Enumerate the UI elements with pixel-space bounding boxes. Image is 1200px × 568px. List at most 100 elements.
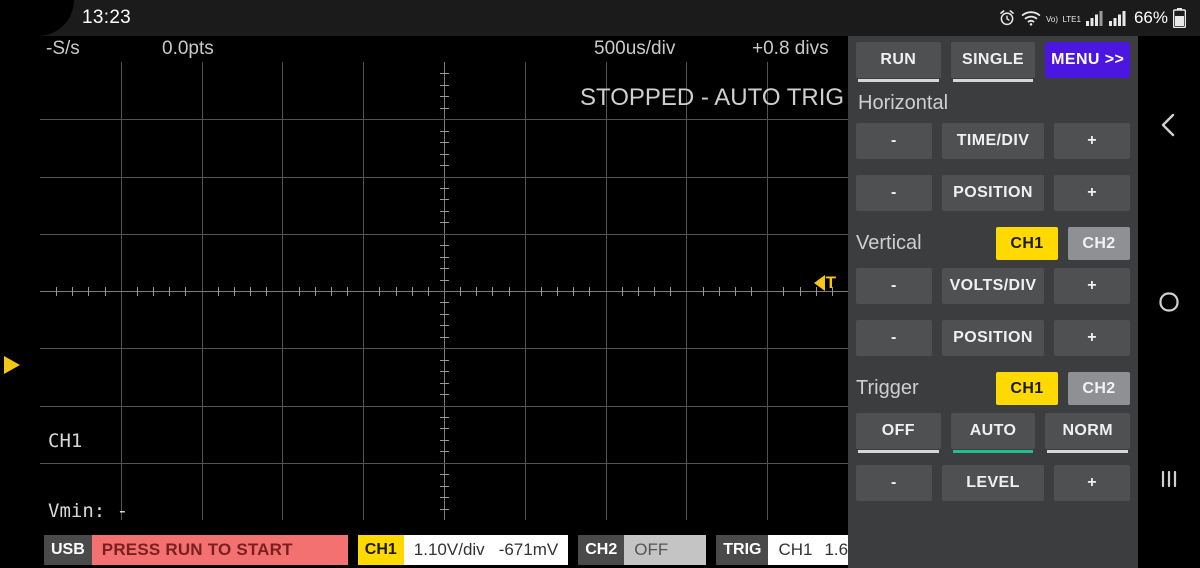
horizontal-position-decrease-button[interactable]: - [856, 175, 932, 211]
volte-icon: Vo) LTE1 [1046, 9, 1081, 27]
graticule-tick [137, 287, 138, 296]
graticule-hline [40, 177, 848, 178]
horizontal-timediv-increase-button[interactable]: + [1054, 123, 1131, 159]
ch1-offset: -671mV [498, 540, 559, 559]
horizontal-timediv-decrease-button[interactable]: - [856, 123, 932, 159]
trigger-mode-auto-button[interactable]: AUTO [950, 413, 1036, 453]
graticule-tick [703, 287, 704, 296]
measurement-row: Vmin: - [48, 500, 128, 523]
graticule-tick [654, 287, 655, 296]
horizontal-position-increase-button[interactable]: + [1054, 175, 1131, 211]
menu-button[interactable]: MENU >> [1045, 42, 1131, 78]
trigger-ch1-button[interactable]: CH1 [996, 372, 1058, 405]
graticule-tick [331, 287, 332, 296]
horizontal-timediv-row: - TIME/DIV + [856, 123, 1131, 159]
trigger-section-header: Trigger CH1 CH2 [856, 372, 1130, 405]
single-button[interactable]: SINGLE [950, 42, 1036, 82]
graticule-tick [589, 287, 590, 296]
graticule-tick [440, 280, 449, 281]
trigger-level-decrease-button[interactable]: - [856, 465, 932, 501]
graticule-tick [440, 440, 449, 441]
ch2-status-segment[interactable]: CH2 OFF [578, 535, 707, 565]
graticule-hline [40, 291, 848, 292]
graticule-tick [440, 337, 449, 338]
graticule-grid[interactable] [40, 62, 848, 520]
graticule-tick [541, 287, 542, 296]
trigger-mode-row: OFF AUTO NORM [856, 413, 1131, 453]
vertical-section-title: Vertical [856, 232, 922, 254]
graticule-tick [440, 165, 449, 166]
trigger-marker-arrow-icon [813, 274, 825, 291]
graticule-tick [440, 131, 449, 132]
trigger-mode-off-button[interactable]: OFF [856, 413, 941, 453]
usb-status-segment[interactable]: USB PRESS RUN TO START [44, 535, 348, 565]
ch1-volts-per-div: 1.10V/div [413, 540, 485, 559]
graticule-hline [40, 348, 848, 349]
vertical-voltsdiv-button[interactable]: VOLTS/DIV [941, 268, 1045, 304]
graticule-hline [40, 234, 848, 235]
home-button[interactable] [1138, 272, 1200, 332]
horizontal-section: Horizontal - TIME/DIV + - POSITION + [856, 92, 1131, 211]
back-button[interactable] [1138, 95, 1200, 155]
graticule-tick [735, 287, 736, 296]
ch1-status-segment[interactable]: CH1 1.10V/div -671mV [357, 535, 569, 565]
trigger-ch2-button[interactable]: CH2 [1068, 372, 1130, 405]
usb-badge: USB [44, 535, 92, 565]
home-icon [1157, 290, 1181, 314]
status-icons: Vo) LTE1 66% [998, 8, 1186, 28]
recents-button[interactable] [1138, 449, 1200, 509]
horizontal-position-button[interactable]: POSITION [941, 175, 1045, 211]
horizontal-position-row: - POSITION + [856, 175, 1131, 211]
trigger-section: Trigger CH1 CH2 OFF AUTO NORM - LEVEL + [856, 372, 1131, 501]
graticule-tick [234, 287, 235, 296]
scope-display[interactable]: -S/s 0.0pts 500us/div +0.8 divs STOPPED … [0, 36, 905, 568]
vertical-section-header: Vertical CH1 CH2 [856, 227, 1130, 260]
graticule-tick [440, 142, 449, 143]
graticule-tick [440, 85, 449, 86]
graticule-tick [440, 371, 449, 372]
vertical-ch1-button[interactable]: CH1 [996, 227, 1058, 260]
vertical-position-button[interactable]: POSITION [941, 320, 1045, 356]
screen-corner-cutout [0, 0, 74, 36]
acquisition-buttons: RUN SINGLE MENU >> [856, 42, 1131, 82]
trigger-level-marker[interactable]: T [813, 274, 836, 291]
run-button[interactable]: RUN [856, 42, 941, 82]
vertical-voltsdiv-increase-button[interactable]: + [1054, 268, 1131, 304]
ch1-badge: CH1 [357, 535, 404, 565]
graticule-tick [440, 257, 449, 258]
graticule-tick [800, 287, 801, 296]
graticule-tick [105, 287, 106, 296]
ch1-ground-marker-icon[interactable] [4, 356, 20, 374]
vertical-position-decrease-button[interactable]: - [856, 320, 932, 356]
graticule-tick [153, 287, 154, 296]
graticule-tick [440, 188, 449, 189]
trigger-level-button[interactable]: LEVEL [941, 465, 1045, 501]
vertical-position-row: - POSITION + [856, 320, 1131, 356]
graticule-tick [412, 287, 413, 296]
graticule-tick [250, 287, 251, 296]
graticule-tick [783, 287, 784, 296]
vertical-position-increase-button[interactable]: + [1054, 320, 1131, 356]
graticule-tick [719, 287, 720, 296]
trigger-section-title: Trigger [856, 377, 919, 399]
scope-bottom-bar: USB PRESS RUN TO START CH1 1.10V/div -67… [0, 534, 905, 566]
trigger-level-increase-button[interactable]: + [1054, 465, 1131, 501]
vertical-ch2-button[interactable]: CH2 [1068, 227, 1130, 260]
vertical-voltsdiv-decrease-button[interactable]: - [856, 268, 932, 304]
points-label: 0.0pts [162, 38, 214, 59]
graticule-tick [509, 287, 510, 296]
measurement-channel-label: CH1 [48, 430, 83, 453]
horizontal-offset-label: +0.8 divs [752, 38, 829, 59]
graticule-tick [299, 287, 300, 296]
control-panel: RUN SINGLE MENU >> Horizontal - TIME/DIV… [848, 36, 1138, 568]
graticule-tick [185, 287, 186, 296]
signal-bars-icon [1108, 10, 1127, 26]
trigger-mode-norm-button[interactable]: NORM [1045, 413, 1131, 453]
graticule-tick [169, 287, 170, 296]
graticule-tick [347, 287, 348, 296]
graticule-tick [622, 287, 623, 296]
horizontal-timediv-button[interactable]: TIME/DIV [941, 123, 1045, 159]
trig-badge: TRIG [716, 535, 769, 565]
volte-top-label: Vo) [1045, 15, 1058, 24]
graticule-tick [72, 287, 73, 296]
